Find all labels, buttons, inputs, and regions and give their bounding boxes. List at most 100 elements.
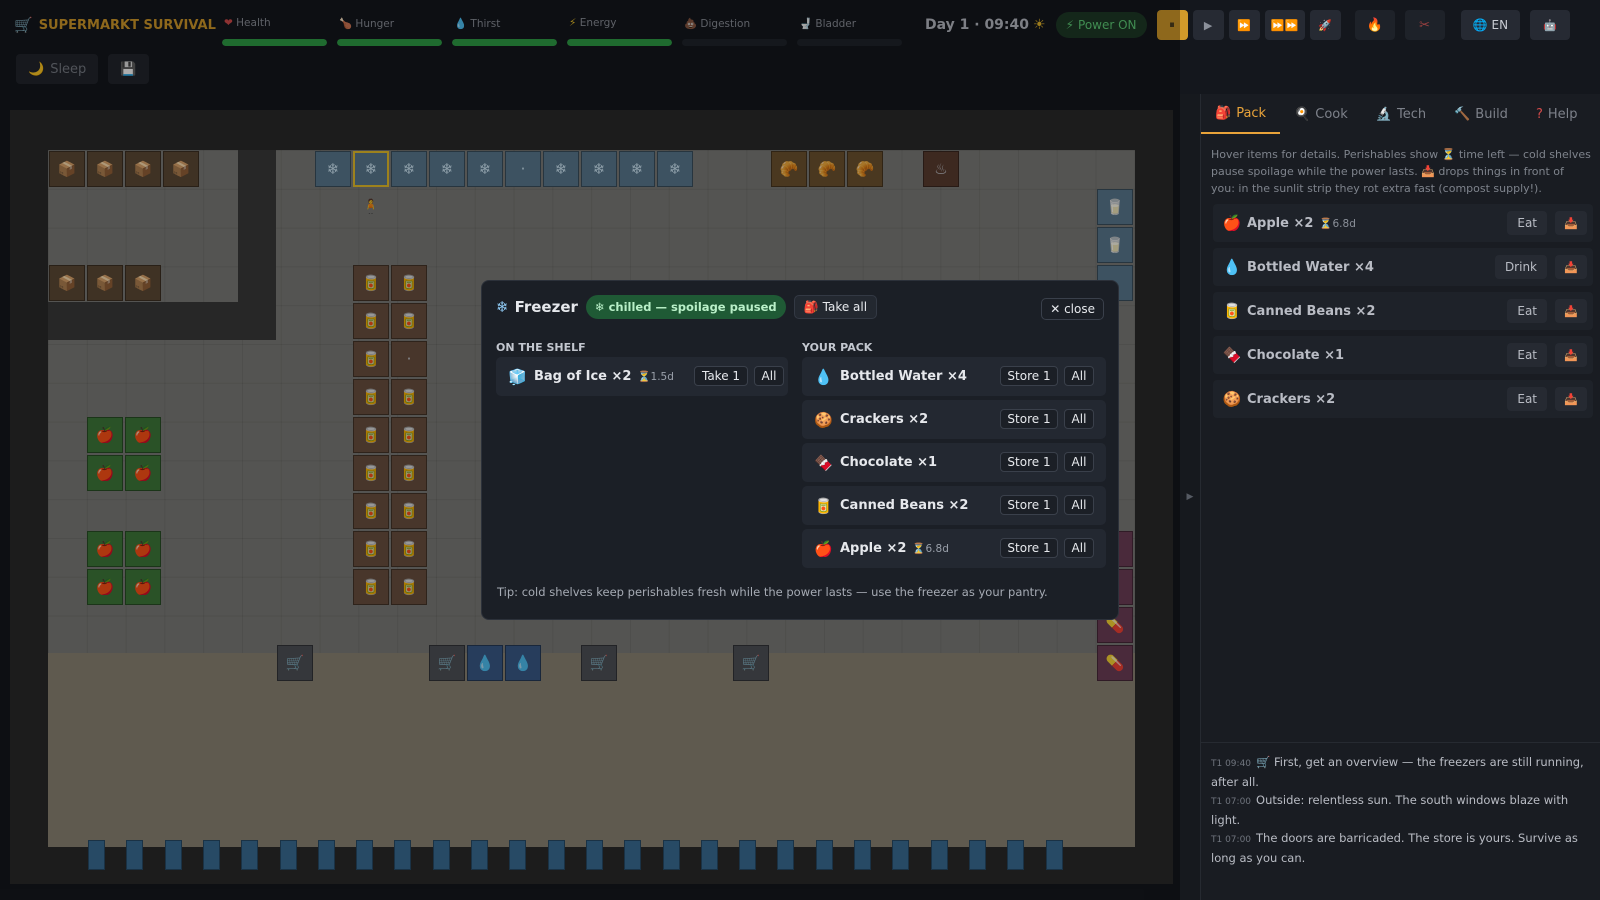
scissors-button[interactable]: ✂ — [1404, 10, 1445, 40]
log-entry: T1 09:40 🛒 First, get an overview — the f… — [1211, 753, 1591, 791]
store-one-button[interactable]: Store 1 — [1000, 452, 1058, 472]
app-root: 🛒 SUPERMARKT SURVIVAL ❤ Health 🍗 Hunger … — [0, 0, 1600, 900]
right-sidebar: 🎒 Pack 🍳 Cook 🔬 Tech 🔨 Build ? Help Hover ite… — [1200, 94, 1600, 900]
spoil-time-value: 6.8d — [1332, 217, 1356, 230]
rocket-button[interactable]: 🚀 — [1309, 10, 1341, 40]
tab-build[interactable]: 🔨 Build — [1440, 94, 1522, 134]
use-item-button[interactable]: Drink — [1494, 255, 1547, 279]
store-all-button[interactable]: All — [1064, 409, 1094, 429]
item-name: Canned Beans ×2 — [840, 498, 969, 513]
close-button[interactable]: ✕ close — [1041, 298, 1104, 320]
use-item-button[interactable]: Eat — [1507, 299, 1547, 323]
can-icon: 🥫 — [1222, 302, 1242, 320]
log-entry: T1 07:00 Outside: relentless sun. The sou… — [1211, 791, 1591, 829]
tab-help[interactable]: ? Help — [1522, 94, 1592, 134]
tab-label: Pack — [1236, 105, 1267, 121]
store-all-button[interactable]: All — [1064, 452, 1094, 472]
drop-icon: 📥 — [1564, 260, 1578, 274]
log-text: Outside: relentless sun. The south windo… — [1211, 793, 1569, 827]
item-name: Canned Beans ×2 — [1247, 303, 1376, 319]
pack-item: 🥫 Canned Beans ×2 Store 1 All — [802, 486, 1106, 525]
drop-icon: 📥 — [1564, 216, 1578, 230]
item-name: Bottled Water ×4 — [1247, 259, 1374, 275]
store-one-button[interactable]: Store 1 — [1000, 409, 1058, 429]
microscope-icon: 🔬 — [1375, 106, 1392, 122]
store-all-button[interactable]: All — [1064, 366, 1094, 386]
drop-item-button[interactable]: 📥 — [1555, 299, 1587, 323]
log-time: T1 07:00 — [1211, 835, 1252, 845]
take-all-label: Take all — [822, 300, 868, 314]
tab-pack[interactable]: 🎒 Pack — [1201, 94, 1281, 134]
pack-list-item[interactable]: 🍎 Apple ×2 ⏳6.8d Eat 📥 — [1213, 204, 1593, 242]
language-button[interactable]: 🌐 EN — [1460, 10, 1521, 40]
crackers-icon: 🍪 — [1222, 390, 1242, 408]
use-item-button[interactable]: Eat — [1507, 211, 1547, 235]
store-all-button[interactable]: All — [1064, 495, 1094, 515]
pack-list-item[interactable]: 💧 Bottled Water ×4 Drink 📥 — [1213, 248, 1593, 286]
sidebar-collapse-handle[interactable]: ▶ — [1180, 94, 1200, 900]
crackers-icon: 🍪 — [814, 410, 833, 429]
take-all-button[interactable]: 🎒 Take all — [793, 295, 878, 319]
scissors-icon: ✂ — [1419, 17, 1430, 33]
chilled-badge-text: chilled — spoilage paused — [608, 300, 777, 314]
store-all-button[interactable]: All — [1064, 538, 1094, 558]
water-drop-icon: 💧 — [1222, 258, 1242, 276]
use-item-button[interactable]: Eat — [1507, 387, 1547, 411]
item-name: Chocolate ×1 — [1247, 347, 1345, 363]
item-name: Crackers ×2 — [840, 412, 929, 427]
hourglass-icon: ⏳ — [1319, 217, 1333, 230]
pan-icon: 🍳 — [1294, 106, 1311, 122]
spoil-time-value: 6.8d — [925, 543, 949, 555]
drop-item-button[interactable]: 📥 — [1555, 255, 1587, 279]
store-one-button[interactable]: Store 1 — [1000, 366, 1058, 386]
chocolate-icon: 🍫 — [814, 453, 833, 472]
drop-item-button[interactable]: 📥 — [1555, 343, 1587, 367]
use-item-button[interactable]: Eat — [1507, 343, 1547, 367]
apple-icon: 🍎 — [814, 539, 833, 558]
tool-buttons: 🔥 ✂ — [1354, 10, 1445, 40]
drop-item-button[interactable]: 📥 — [1555, 387, 1587, 411]
take-all-item-button[interactable]: All — [754, 366, 784, 386]
pack-list-item[interactable]: 🍫 Chocolate ×1 Eat 📥 — [1213, 336, 1593, 374]
backpack-icon: 🎒 — [803, 300, 819, 314]
language-label: EN — [1491, 18, 1509, 32]
pack-item: 💧 Bottled Water ×4 Store 1 All — [802, 357, 1106, 396]
pack-item: 🍎 Apple ×2 ⏳6.8d Store 1 All — [802, 529, 1106, 568]
robot-button[interactable]: 🤖 — [1530, 10, 1571, 40]
speed-controls: ⏸ ▶ ⏩ ⏩⏩ 🚀 — [1156, 10, 1341, 40]
store-one-button[interactable]: Store 1 — [1000, 495, 1058, 515]
tab-cook[interactable]: 🍳 Cook — [1280, 94, 1362, 134]
sidebar-tabs: 🎒 Pack 🍳 Cook 🔬 Tech 🔨 Build ? Help — [1201, 94, 1600, 134]
log-text: The doors are barricaded. The store is y… — [1211, 831, 1578, 865]
apple-icon: 🍎 — [1222, 214, 1242, 232]
hourglass-icon: ⏳ — [637, 371, 651, 383]
item-name: Apple ×2 — [840, 541, 907, 556]
take-one-button[interactable]: Take 1 — [694, 366, 748, 386]
drop-icon: 📥 — [1564, 304, 1578, 318]
drop-item-button[interactable]: 📥 — [1555, 211, 1587, 235]
tab-label: Tech — [1396, 106, 1427, 122]
snowflake-icon: ❄ — [594, 300, 605, 314]
store-one-button[interactable]: Store 1 — [1000, 538, 1058, 558]
log-time: T1 07:00 — [1211, 797, 1252, 807]
tab-tech[interactable]: 🔬 Tech — [1362, 94, 1440, 134]
log-entry: T1 07:00 The doors are barricaded. The st… — [1211, 829, 1591, 867]
robot-wrap: 🤖 — [1530, 10, 1571, 40]
chilled-badge: ❄ chilled — spoilage paused — [585, 295, 786, 319]
pack-list-item[interactable]: 🥫 Canned Beans ×2 Eat 📥 — [1213, 292, 1593, 330]
lang-wrap: 🌐 EN — [1460, 10, 1521, 40]
fastest-button[interactable]: ⏩⏩ — [1264, 10, 1305, 40]
modal-tip: Tip: cold shelves keep perishables fresh… — [497, 585, 1048, 599]
fast-button[interactable]: ⏩ — [1228, 10, 1260, 40]
item-name: Bottled Water ×4 — [840, 369, 967, 384]
spoil-time: ⏳6.8d — [1319, 217, 1355, 230]
play-button[interactable]: ▶ — [1192, 10, 1224, 40]
modal-title-text: Freezer — [514, 298, 578, 316]
pack-title: YOUR PACK — [802, 341, 873, 354]
item-name: Apple ×2 — [1247, 215, 1314, 231]
fire-button[interactable]: 🔥 — [1354, 10, 1395, 40]
pack-list-item[interactable]: 🍪 Crackers ×2 Eat 📥 — [1213, 380, 1593, 418]
item-name: Chocolate ×1 — [840, 455, 938, 470]
close-icon: ✕ — [1050, 302, 1061, 316]
pack-item: 🍪 Crackers ×2 Store 1 All — [802, 400, 1106, 439]
